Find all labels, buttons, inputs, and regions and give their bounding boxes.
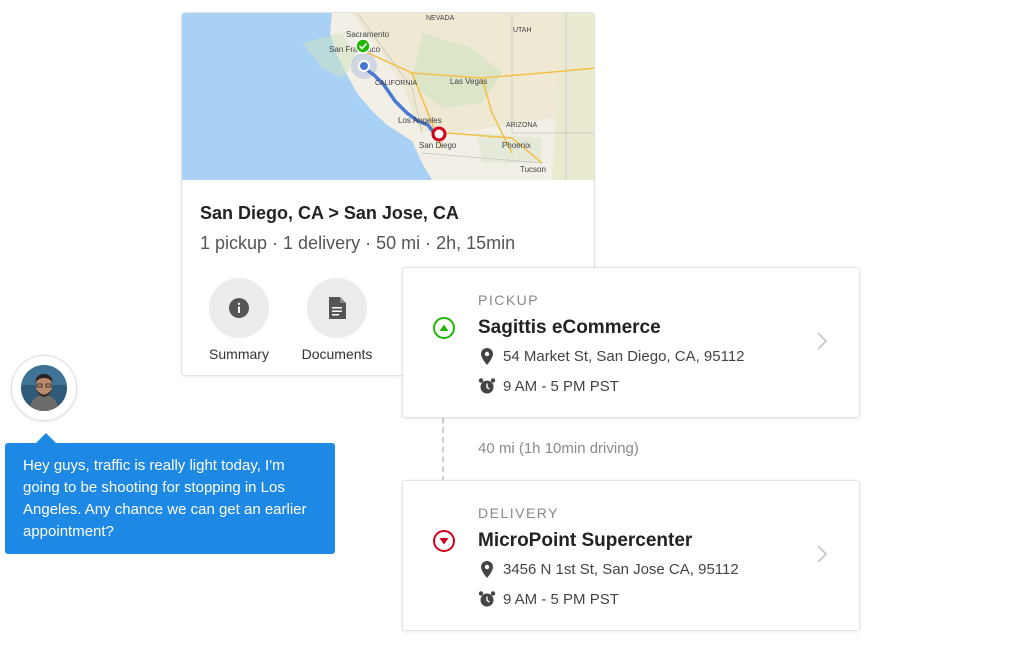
summary-button[interactable]: Summary <box>194 278 284 362</box>
pickup-marker-icon[interactable] <box>355 38 371 54</box>
chevron-right-icon[interactable] <box>815 330 829 352</box>
documents-label: Documents <box>301 346 373 362</box>
map-label-phoenix: Phoenix <box>502 141 531 150</box>
summary-label: Summary <box>209 346 269 362</box>
document-icon-circle <box>307 278 367 338</box>
delivery-address: 3456 N 1st St, San Jose CA, 95112 <box>503 560 739 578</box>
map-label-san-francisco: San Francisco <box>329 45 381 54</box>
delivery-name: MicroPoint Supercenter <box>478 530 693 551</box>
current-location-icon <box>358 60 370 72</box>
delivery-status-icon <box>433 530 455 552</box>
pickup-card[interactable]: PICKUP Sagittis eCommerce 54 Market St, … <box>402 267 860 418</box>
map-label-nevada: NEVADA <box>426 15 455 22</box>
pickup-name: Sagittis eCommerce <box>478 317 661 338</box>
delivery-hours: 9 AM - 5 PM PST <box>503 590 619 608</box>
leg-distance: 40 mi (1h 10min driving) <box>478 440 639 457</box>
pickup-status-icon <box>433 317 455 339</box>
info-icon <box>229 298 249 318</box>
map-label-tucson: Tucson <box>520 165 546 174</box>
location-pin-icon <box>478 347 496 365</box>
chat-message: Hey guys, traffic is really light today,… <box>5 443 335 554</box>
pickup-address: 54 Market St, San Diego, CA, 95112 <box>503 347 745 365</box>
map-label-las-vegas: Las Vegas <box>450 77 487 86</box>
pickup-address-row: 54 Market St, San Diego, CA, 95112 <box>478 347 745 365</box>
delivery-hours-row: 9 AM - 5 PM PST <box>478 590 619 608</box>
documents-button[interactable]: Documents <box>292 278 382 372</box>
location-pin-icon <box>478 560 496 578</box>
map-label-arizona: ARIZONA <box>506 122 537 129</box>
pickup-hours: 9 AM - 5 PM PST <box>503 377 619 395</box>
map-label-san-diego: San Diego <box>419 141 457 150</box>
avatar <box>21 365 67 411</box>
document-icon <box>329 297 346 319</box>
info-icon-circle <box>209 278 269 338</box>
delivery-card[interactable]: DELIVERY MicroPoint Supercenter 3456 N 1… <box>402 480 860 631</box>
chevron-right-icon[interactable] <box>815 543 829 565</box>
map-label-los-angeles: Los Angeles <box>398 116 442 125</box>
driver-avatar[interactable] <box>11 355 77 421</box>
alarm-clock-icon <box>478 590 496 608</box>
map-label-california: CALIFORNIA <box>375 80 417 87</box>
alarm-clock-icon <box>478 377 496 395</box>
route-map[interactable]: NEVADA UTAH Sacramento San Francisco CAL… <box>182 13 595 180</box>
delivery-type-label: DELIVERY <box>478 505 559 521</box>
delivery-address-row: 3456 N 1st St, San Jose CA, 95112 <box>478 560 739 578</box>
pickup-type-label: PICKUP <box>478 292 540 308</box>
route-summary: 1 pickup · 1 delivery · 50 mi · 2h, 15mi… <box>200 233 516 253</box>
map-label-utah: UTAH <box>513 27 532 34</box>
route-title: San Diego, CA > San Jose, CA <box>200 203 459 223</box>
pickup-hours-row: 9 AM - 5 PM PST <box>478 377 619 395</box>
chat-bubble-tail <box>36 433 56 443</box>
delivery-marker-icon[interactable] <box>431 126 447 142</box>
map-label-sacramento: Sacramento <box>346 30 390 39</box>
